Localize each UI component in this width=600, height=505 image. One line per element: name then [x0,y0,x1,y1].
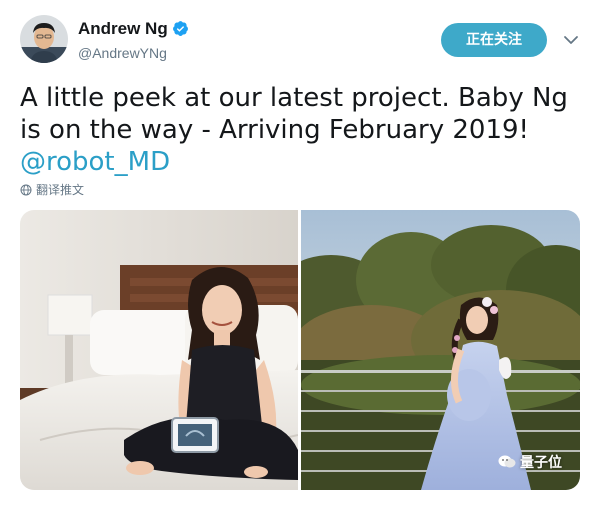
watermark-text: 量子位 [520,455,562,471]
display-name[interactable]: Andrew Ng [78,19,189,39]
wechat-icon [498,455,516,468]
tweet-text: A little peek at our latest project. Bab… [20,82,580,178]
mention-link[interactable]: @robot_MD [20,147,170,177]
verified-badge-icon [172,21,188,36]
translate-label[interactable]: 翻译推文 [36,183,84,197]
avatar[interactable] [20,15,68,63]
display-name-text[interactable]: Andrew Ng [78,19,168,38]
following-button[interactable]: 正在关注 [441,23,547,57]
tweet-body: A little peek at our latest project. Bab… [20,83,568,145]
globe-icon [20,184,32,196]
photo-outdoor[interactable]: 量子位 [271,210,580,490]
translate-tweet-link[interactable]: 翻译推文 [20,182,84,198]
tweet-card: Andrew Ng @AndrewYNg 正在关注 A little peek … [0,0,600,505]
media-grid: 量子位 [20,210,580,490]
photo-bedroom[interactable] [20,210,299,490]
watermark: 量子位 [498,452,562,472]
user-handle[interactable]: @AndrewYNg [78,44,167,62]
chevron-down-icon[interactable] [563,34,579,46]
